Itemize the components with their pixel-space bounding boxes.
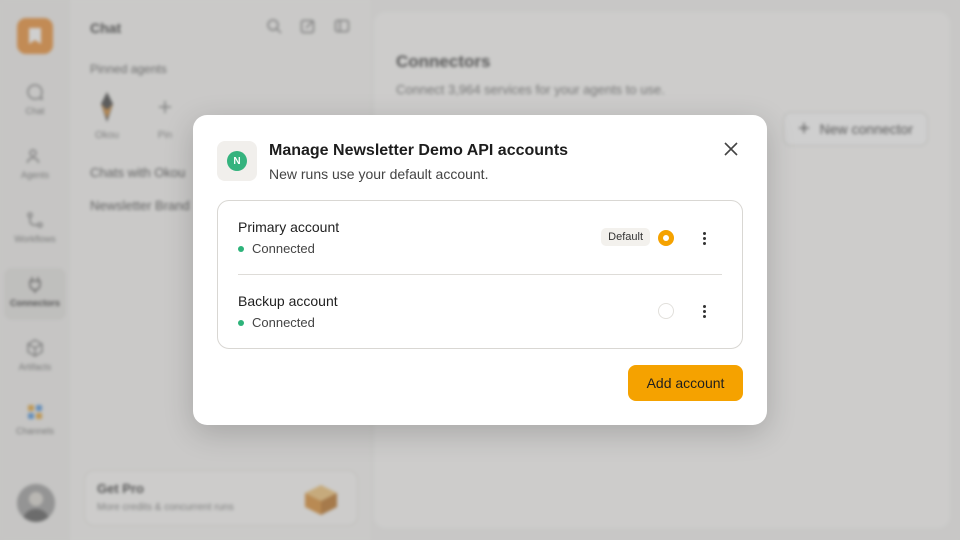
more-options-icon[interactable] xyxy=(698,228,710,248)
default-radio[interactable] xyxy=(658,303,674,319)
status-dot-icon xyxy=(238,245,244,252)
account-status: Connected xyxy=(238,315,315,330)
more-options-icon[interactable] xyxy=(698,301,710,321)
dialog-title: Manage Newsletter Demo API accounts xyxy=(269,142,569,159)
account-row[interactable]: Backup account Connected xyxy=(238,275,722,349)
account-status-text: Connected xyxy=(252,241,315,256)
accounts-list: Primary account Connected Default Backup… xyxy=(217,200,743,349)
close-icon xyxy=(724,141,738,161)
account-name: Primary account xyxy=(238,219,340,235)
account-status-text: Connected xyxy=(252,315,315,330)
dialog-subtitle: New runs use your default account. xyxy=(269,166,489,182)
status-dot-icon xyxy=(238,319,244,326)
connector-logo-letter: N xyxy=(227,151,247,171)
close-button[interactable] xyxy=(719,139,743,163)
default-badge: Default xyxy=(601,228,650,246)
add-account-button[interactable]: Add account xyxy=(628,365,743,401)
account-row[interactable]: Primary account Connected Default xyxy=(238,201,722,275)
connector-logo: N xyxy=(217,141,257,181)
default-radio[interactable] xyxy=(658,230,674,246)
manage-accounts-dialog: N Manage Newsletter Demo API accounts Ne… xyxy=(193,115,767,425)
account-status: Connected xyxy=(238,241,315,256)
account-name: Backup account xyxy=(238,293,338,309)
